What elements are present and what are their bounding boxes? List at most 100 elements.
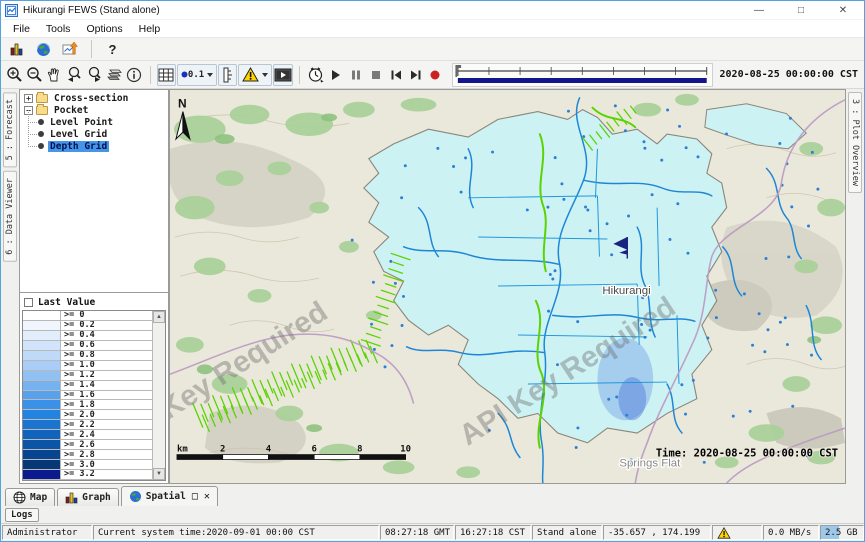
- tab-close-icon[interactable]: ✕: [204, 491, 210, 502]
- pan-hand-icon: [46, 67, 62, 83]
- tree-node-level-point[interactable]: Level Point: [20, 116, 168, 128]
- legend-scrollbar[interactable]: ▲ ▼: [152, 311, 165, 480]
- menu-options[interactable]: Options: [78, 22, 130, 36]
- tab-label: Spatial: [146, 491, 186, 502]
- map-view[interactable]: API Key Required API Key Required Hikura…: [169, 89, 846, 484]
- help-button[interactable]: ?: [101, 38, 124, 60]
- map-display-button[interactable]: [32, 38, 55, 60]
- skip-to-end-button[interactable]: [406, 64, 425, 86]
- tree-label[interactable]: Pocket: [52, 105, 90, 116]
- legend-threshold-label: >= 2.4: [61, 430, 152, 439]
- legend-row: >= 1.8: [23, 400, 152, 410]
- animation-panel-button[interactable]: [273, 64, 293, 86]
- tree-label[interactable]: Cross-section: [52, 93, 130, 104]
- globe-wire-icon: [13, 491, 26, 504]
- zoom-out-button[interactable]: [25, 64, 44, 86]
- tree-node-pocket[interactable]: −Pocket: [20, 104, 168, 116]
- globe-blue-icon: [129, 490, 142, 503]
- legend-threshold-label: >= 2.8: [61, 450, 152, 459]
- warnings-dropdown[interactable]: [238, 64, 272, 86]
- legend-color-swatch: [23, 381, 61, 390]
- zoom-previous-button[interactable]: [65, 64, 84, 86]
- legend-color-swatch: [23, 351, 61, 360]
- tree-node-level-grid[interactable]: Level Grid: [20, 128, 168, 140]
- movie-play-icon: [274, 68, 292, 82]
- pause-icon: [349, 68, 363, 82]
- current-time-display: 2020-08-25 00:00:00 CST: [720, 69, 860, 80]
- legend-row: >= 3.2: [23, 470, 152, 480]
- zoom-next-icon: [86, 66, 103, 83]
- skip-end-icon: [409, 68, 423, 82]
- legend-table: >= 0>= 0.2>= 0.4>= 0.6>= 0.8>= 1.0>= 1.2…: [22, 310, 166, 481]
- tab-map[interactable]: Map: [5, 488, 55, 506]
- pause-button[interactable]: [346, 64, 365, 86]
- expand-icon[interactable]: +: [24, 94, 33, 103]
- export-animation-button[interactable]: [306, 64, 325, 86]
- tree-label[interactable]: Level Point: [48, 117, 115, 128]
- status-user: Administrator: [2, 525, 92, 540]
- legend-row: >= 2.2: [23, 420, 152, 430]
- status-text: Stand alone: [537, 528, 597, 538]
- legend-threshold-label: >= 2.6: [61, 440, 152, 449]
- main-content: 5 : Forecast 6 : Data Viewer + Cross-secti…: [1, 89, 864, 484]
- tab-graph[interactable]: Graph: [57, 488, 119, 506]
- database-chart-button[interactable]: [5, 38, 28, 60]
- scroll-up-icon[interactable]: ▲: [153, 311, 165, 323]
- legend-color-swatch: [23, 450, 61, 459]
- tree-node-depth-grid[interactable]: Depth Grid: [20, 140, 168, 152]
- map-toolbar: 0.1: [1, 61, 864, 89]
- tree-node-cross-section[interactable]: + Cross-section: [20, 92, 168, 104]
- info-icon: [126, 67, 142, 83]
- class-interval-dropdown[interactable]: 0.1: [177, 64, 217, 86]
- stop-icon: [369, 68, 383, 82]
- last-value-checkbox[interactable]: [24, 298, 33, 307]
- status-text: Administrator: [7, 528, 77, 538]
- tree-label[interactable]: Level Grid: [48, 129, 109, 140]
- legend-color-swatch: [23, 400, 61, 409]
- pan-button[interactable]: [45, 64, 64, 86]
- maximize-button[interactable]: □: [780, 1, 822, 19]
- stop-button[interactable]: [366, 64, 385, 86]
- legend-color-swatch: [23, 430, 61, 439]
- side-tab--data-viewer[interactable]: 6 : Data Viewer: [3, 171, 17, 262]
- chevron-down-icon: [262, 73, 268, 77]
- tab-maximize-icon[interactable]: □: [192, 491, 198, 502]
- side-tab--forecast[interactable]: 5 : Forecast: [3, 92, 17, 167]
- info-button[interactable]: [125, 64, 144, 86]
- show-grid-button[interactable]: [157, 64, 176, 86]
- menu-tools[interactable]: Tools: [38, 22, 79, 36]
- tree-label[interactable]: Depth Grid: [48, 141, 109, 152]
- map-canvas: API Key Required API Key Required Hikura…: [170, 90, 845, 483]
- legend-threshold-label: >= 3.0: [61, 460, 152, 469]
- zoom-next-button[interactable]: [85, 64, 104, 86]
- legend-threshold-label: >= 1.2: [61, 371, 152, 380]
- legend-row: >= 2.0: [23, 410, 152, 420]
- status-bar: AdministratorCurrent system time:2020-09…: [1, 523, 864, 541]
- skip-to-start-button[interactable]: [386, 64, 405, 86]
- tab-label: Graph: [82, 492, 111, 503]
- timeseries-button[interactable]: [59, 38, 82, 60]
- menu-file[interactable]: File: [5, 22, 38, 36]
- menu-help[interactable]: Help: [131, 22, 169, 36]
- legend-color-swatch: [23, 470, 61, 479]
- side-tab--plot-overview[interactable]: 3 : Plot Overview: [848, 92, 862, 193]
- grid-icon: [158, 68, 174, 82]
- layers-button[interactable]: [105, 64, 124, 86]
- legend-row: >= 1.2: [23, 371, 152, 381]
- time-slider[interactable]: [452, 63, 713, 87]
- legend-threshold-label: >= 0.8: [61, 351, 152, 360]
- tab-spatial[interactable]: Spatial □ ✕: [121, 486, 218, 506]
- zoom-in-button[interactable]: [5, 64, 24, 86]
- legend-row: >= 2.6: [23, 440, 152, 450]
- scale-bar-tick-label: 4: [266, 445, 271, 455]
- play-button[interactable]: [326, 64, 345, 86]
- legend-row: >= 1.4: [23, 381, 152, 391]
- scroll-down-icon[interactable]: ▼: [153, 468, 165, 480]
- minimize-button[interactable]: —: [738, 1, 780, 19]
- layer-tree: + Cross-section−PocketLevel PointLevel Gr…: [19, 89, 169, 293]
- logs-button[interactable]: Logs: [5, 508, 39, 522]
- record-button[interactable]: [426, 64, 445, 86]
- timer-icon: [307, 66, 324, 83]
- scale-bar-button[interactable]: [218, 64, 237, 86]
- close-button[interactable]: ✕: [822, 1, 864, 19]
